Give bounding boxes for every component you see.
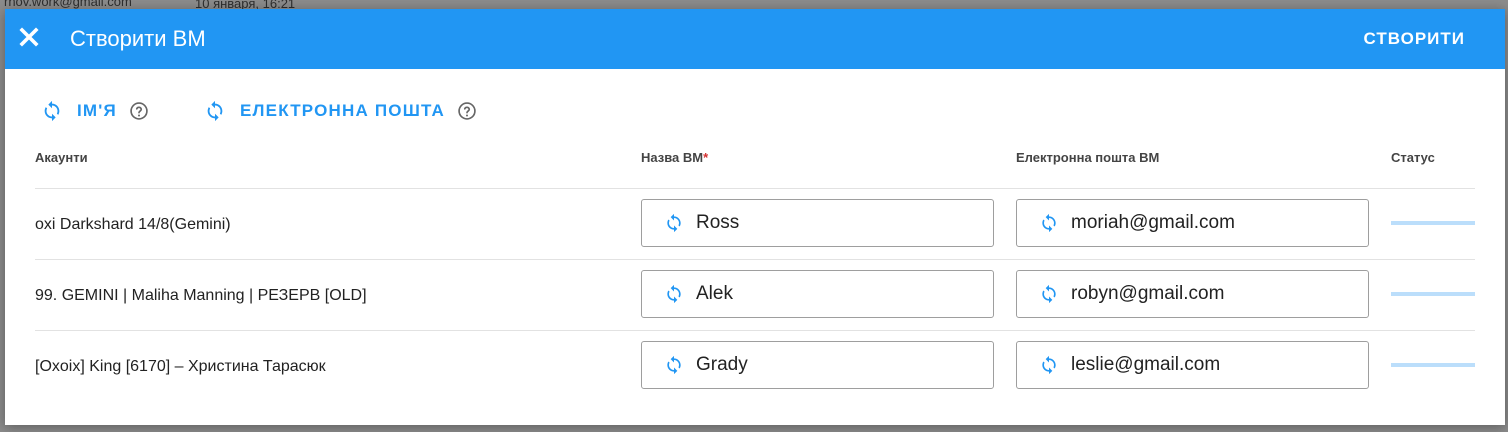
vm-name-value[interactable]: Grady [696,354,748,376]
refresh-icon[interactable] [664,213,684,233]
table-row: 99. GEMINI | Maliha Manning | РЕЗЕРВ [OL… [35,259,1475,331]
vm-email-value[interactable]: moriah@gmail.com [1071,212,1235,234]
generate-names-label: ІМ'Я [77,101,117,120]
account-name: 99. GEMINI | Maliha Manning | РЕЗЕРВ [OL… [35,287,367,304]
refresh-icon [44,100,60,122]
vm-name-input[interactable]: Grady [641,341,994,389]
required-marker: * [703,150,709,165]
vm-email-value[interactable]: robyn@gmail.com [1071,283,1224,305]
refresh-icon[interactable] [664,284,684,304]
close-icon [19,27,39,47]
table-row: [Oxoix] King [6170] – Христина Тарасюк G… [35,330,1475,402]
column-header-vm-name-label: Назва ВМ [641,150,704,165]
vm-name-value[interactable]: Ross [696,212,739,234]
refresh-icon[interactable] [1039,355,1059,375]
dialog-header: Створити ВМ СТВОРИТИ [5,9,1505,69]
refresh-icon[interactable] [1039,213,1059,233]
refresh-icon[interactable] [664,355,684,375]
generate-emails-button[interactable]: ЕЛЕКТРОННА ПОШТА [204,99,477,123]
vm-name-input[interactable]: Ross [641,199,994,247]
vm-email-input[interactable]: leslie@gmail.com [1016,341,1369,389]
status-bar [1391,363,1475,367]
vm-email-input[interactable]: robyn@gmail.com [1016,270,1369,318]
status-bar [1391,221,1475,225]
refresh-icon[interactable] [1039,284,1059,304]
close-button[interactable] [15,23,43,51]
column-header-vm-name: Назва ВМ* [641,150,708,165]
create-vm-dialog: Створити ВМ СТВОРИТИ ІМ'Я ЕЛЕКТРОННА ПОШ… [5,9,1505,425]
help-icon[interactable] [457,101,477,121]
help-icon[interactable] [129,101,149,121]
column-header-accounts: Акаунти [35,150,88,165]
column-header-vm-email: Електронна пошта ВМ [1016,150,1160,165]
account-name: [Oxoix] King [6170] – Христина Тарасюк [35,358,326,375]
vm-name-value[interactable]: Alek [696,283,733,305]
account-name: oxi Darkshard 14/8(Gemini) [35,216,231,233]
column-header-status: Статус [1391,150,1435,165]
refresh-icon [207,100,223,122]
vm-email-input[interactable]: moriah@gmail.com [1016,199,1369,247]
generate-emails-label: ЕЛЕКТРОННА ПОШТА [240,101,445,120]
dialog-title: Створити ВМ [70,26,206,51]
vm-email-value[interactable]: leslie@gmail.com [1071,354,1220,376]
create-button[interactable]: СТВОРИТИ [1364,28,1465,50]
generate-names-button[interactable]: ІМ'Я [41,99,149,123]
status-bar [1391,292,1475,296]
table-row: oxi Darkshard 14/8(Gemini) Ross moriah@g… [35,188,1475,260]
vm-name-input[interactable]: Alek [641,270,994,318]
